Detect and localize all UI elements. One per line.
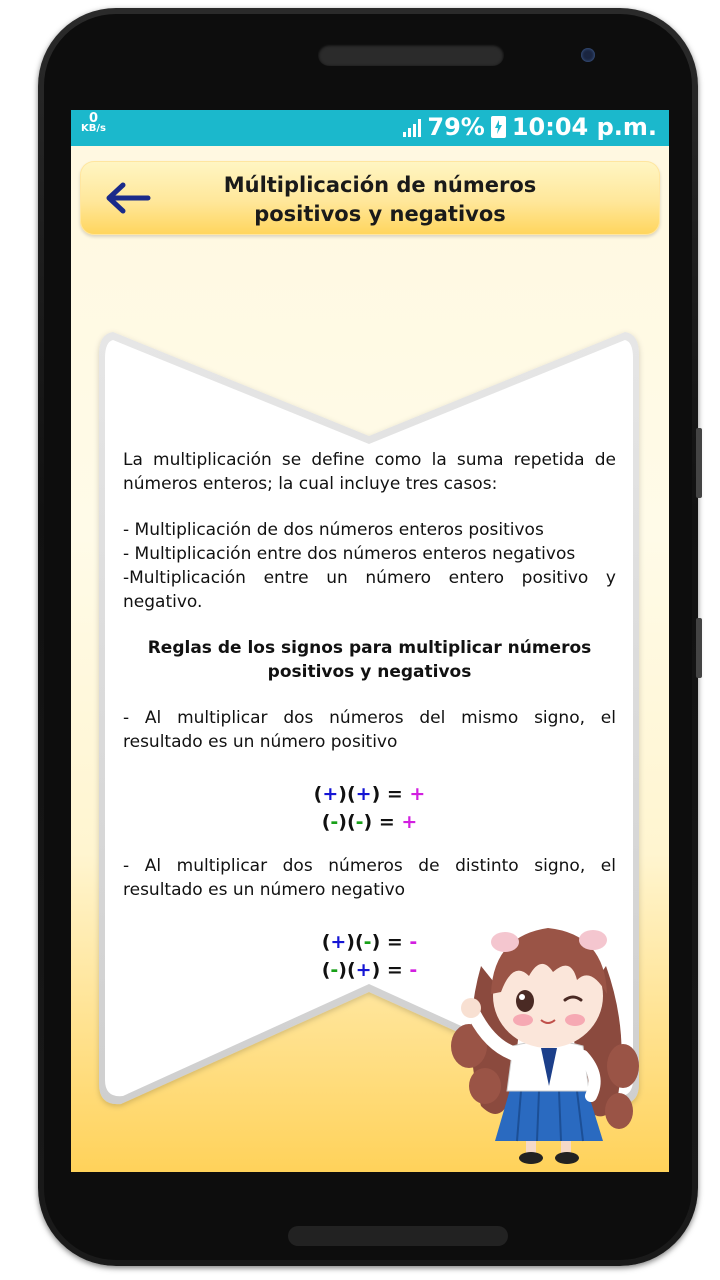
signal-icon bbox=[403, 117, 422, 137]
app-screen: 0 KB/s 79% 10:04 p.m. Múltiplicación de … bbox=[71, 110, 669, 1172]
power-button bbox=[696, 618, 702, 678]
formula-plus-plus: (+)(+) = + bbox=[313, 783, 426, 805]
rules-heading: Reglas de los signos para multiplicar nú… bbox=[147, 638, 592, 682]
intro-paragraph: La multiplicación se define como la suma… bbox=[123, 450, 616, 494]
status-right: 79% 10:04 p.m. bbox=[403, 113, 657, 141]
status-bar: 0 KB/s 79% 10:04 p.m. bbox=[71, 110, 669, 146]
formula-minus-minus: (-)(-) = + bbox=[321, 811, 418, 833]
clock: 10:04 p.m. bbox=[511, 113, 657, 141]
page-title: Múltiplicación de números positivos y ne… bbox=[200, 171, 560, 229]
battery-percent: 79% bbox=[427, 113, 485, 141]
page-title-line1: Múltiplicación de números bbox=[223, 173, 537, 197]
front-camera bbox=[581, 48, 595, 62]
case-item: - Multiplicación entre dos números enter… bbox=[123, 544, 576, 564]
battery-charging-icon bbox=[490, 116, 506, 138]
volume-button bbox=[696, 428, 702, 498]
arrow-left-icon bbox=[106, 182, 151, 214]
case-item: -Multiplicación entre un número entero p… bbox=[123, 568, 616, 612]
rule-same-sign: - Al multiplicar dos números del mismo s… bbox=[123, 708, 616, 752]
app-header: Múltiplicación de números positivos y ne… bbox=[80, 161, 660, 235]
cartoon-girl-illustration bbox=[451, 928, 639, 1164]
bottom-speaker bbox=[288, 1226, 508, 1246]
network-speed: 0 KB/s bbox=[81, 112, 106, 134]
page-title-line2: positivos y negativos bbox=[254, 202, 506, 226]
back-button[interactable] bbox=[102, 177, 152, 219]
case-item: - Multiplicación de dos números enteros … bbox=[123, 520, 544, 540]
network-speed-unit: KB/s bbox=[81, 123, 106, 134]
rule-different-sign: - Al multiplicar dos números de distinto… bbox=[123, 856, 616, 900]
earpiece-speaker bbox=[318, 44, 504, 66]
